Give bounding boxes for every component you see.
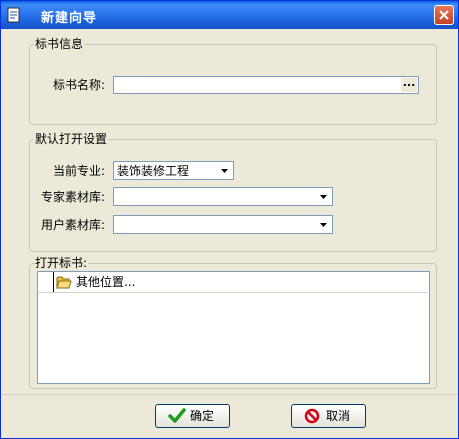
open-bid-list[interactable]: 其他位置... [37, 271, 430, 384]
list-item[interactable]: 其他位置... [38, 272, 427, 293]
folder-open-icon [56, 275, 72, 292]
cancel-icon [304, 408, 320, 427]
list-item-label: 其他位置... [76, 275, 136, 289]
cancel-button-label: 取消 [326, 409, 351, 423]
expert-library-select[interactable] [113, 187, 333, 206]
bid-name-label: 标书名称: [53, 78, 106, 92]
cancel-button[interactable]: 取消 [291, 404, 366, 428]
close-button[interactable] [434, 5, 454, 25]
default-open-legend: 默认打开设置 [34, 132, 109, 146]
row-selector [38, 272, 54, 292]
chevron-down-icon[interactable] [316, 189, 331, 204]
window-title: 新建向导 [41, 11, 98, 26]
new-wizard-dialog: 新建向导 标书信息 标书名称: ... 默认打开设置 当前专业: 装饰装修工程 … [0, 0, 459, 439]
bid-name-field[interactable]: ... [113, 76, 419, 94]
checkmark-icon [168, 408, 186, 427]
current-major-value: 装饰装修工程 [117, 164, 190, 178]
browse-button[interactable]: ... [401, 77, 417, 92]
expert-library-label: 专家素材库: [41, 190, 106, 204]
ok-button-label: 确定 [190, 409, 215, 423]
ok-button[interactable]: 确定 [155, 404, 230, 428]
chevron-down-icon[interactable] [316, 217, 331, 232]
user-library-label: 用户素材库: [41, 218, 106, 232]
bid-info-legend: 标书信息 [34, 37, 85, 51]
close-icon [439, 10, 449, 20]
chevron-down-icon[interactable] [217, 163, 232, 178]
current-major-select[interactable]: 装饰装修工程 [113, 161, 234, 180]
document-icon [7, 7, 21, 23]
open-bid-legend: 打开标书: [34, 256, 89, 270]
current-major-label: 当前专业: [53, 164, 106, 178]
user-library-select[interactable] [113, 215, 333, 234]
title-bar: 新建向导 [1, 1, 458, 29]
